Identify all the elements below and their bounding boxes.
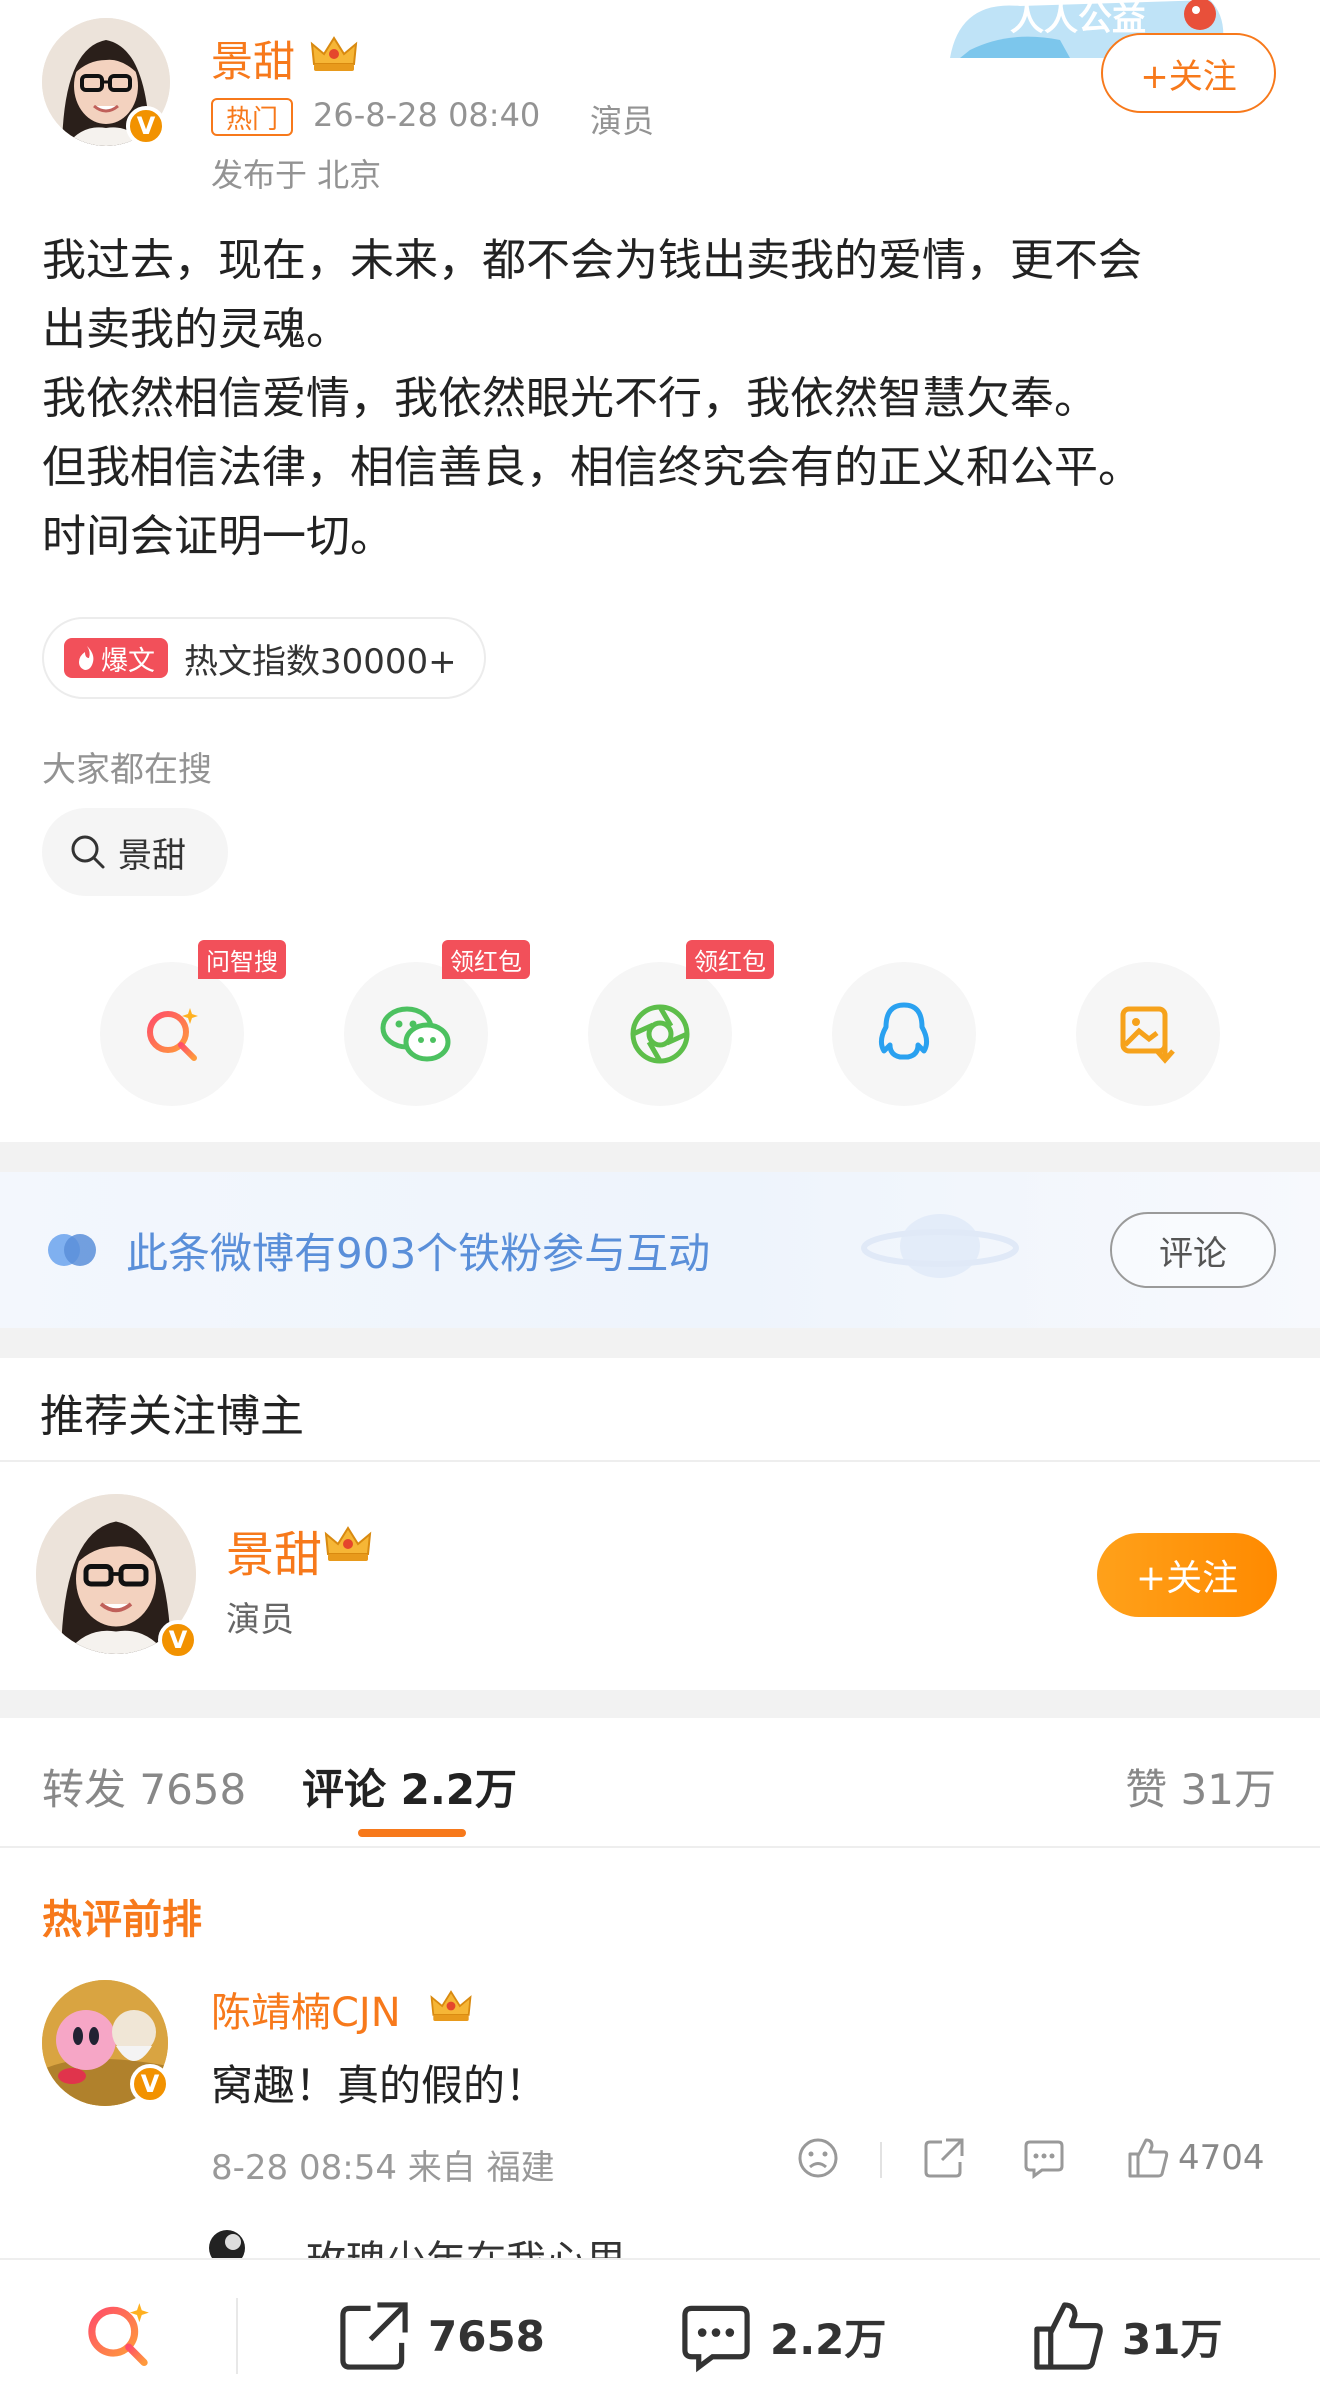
- reply-avatar[interactable]: [209, 2228, 245, 2258]
- crown-icon: [324, 1526, 372, 1561]
- thumbs-up-icon: [1128, 2138, 1169, 2178]
- crown-icon: [310, 36, 358, 71]
- comment-reply[interactable]: [1022, 2136, 1066, 2180]
- share-wechat[interactable]: 领红包: [344, 940, 530, 1106]
- post-text-line: 时间会证明一切。: [42, 511, 394, 562]
- recommend-role: 演员: [226, 1600, 294, 1640]
- banner-text: 人人公益: [1010, 0, 1146, 39]
- commenter-name[interactable]: 陈靖楠CJN: [211, 1980, 401, 2038]
- fan-interaction-text: 此条微博有903个铁粉参与互动: [126, 1229, 711, 1278]
- bottom-like[interactable]: 31万: [1030, 2298, 1222, 2374]
- fan-interaction-strip[interactable]: 此条微博有903个铁粉参与互动 评论: [0, 1172, 1320, 1328]
- post-text-line: 我过去，现在，未来，都不会为钱出卖我的爱情，更不会: [42, 235, 1142, 286]
- reply-peek-text: 玫瑰少年在我心里-: [306, 2228, 640, 2258]
- author-name[interactable]: 景甜: [211, 28, 295, 89]
- post-date: 26-8-28 08:40: [313, 96, 541, 134]
- recommend-title: 推荐关注博主: [40, 1391, 304, 1442]
- tab-like[interactable]: 赞 31万: [1125, 1756, 1276, 1817]
- comment-share[interactable]: [922, 2136, 966, 2180]
- section-divider: [0, 1690, 1320, 1718]
- hot-tag: 热门: [211, 98, 293, 136]
- tab-repost[interactable]: 转发 7658: [42, 1756, 246, 1817]
- bottom-ai-search[interactable]: [80, 2296, 156, 2372]
- post-header: V 景甜 热门 26-8-28 08:40 演员 发布于 北京 人人公益 +关注: [0, 0, 1320, 200]
- divider-line: [880, 2142, 882, 2178]
- fan-comment-button[interactable]: 评论: [1110, 1212, 1276, 1288]
- qq-icon: [878, 1002, 930, 1060]
- follow-button[interactable]: +关注: [1101, 33, 1276, 113]
- search-heading: 大家都在搜: [42, 750, 212, 790]
- fan-icon: [48, 1234, 96, 1266]
- bottom-repost-count: 7658: [428, 2311, 545, 2361]
- verified-badge-icon: V: [158, 1620, 198, 1660]
- hot-comments-heading: 热评前排: [42, 1897, 202, 1943]
- thumbs-up-icon: [1034, 2302, 1103, 2370]
- post-location: 发布于 北京: [211, 156, 382, 194]
- comment-icon: [1024, 2140, 1064, 2179]
- share-moments[interactable]: 领红包: [588, 940, 774, 1106]
- recommend-name[interactable]: 景甜: [226, 1515, 322, 1585]
- share-tag: 领红包: [442, 940, 530, 979]
- ai-search-icon: [147, 1008, 198, 1061]
- ai-search-icon: [88, 2303, 149, 2367]
- moments-icon: [630, 1004, 690, 1064]
- post-text: 我过去，现在，未来，都不会为钱出卖我的爱情，更不会 出卖我的灵魂。 我依然相信爱…: [42, 226, 1282, 571]
- recommend-follow-button[interactable]: +关注: [1097, 1533, 1277, 1617]
- flame-icon: [79, 646, 94, 670]
- section-divider: [0, 1142, 1320, 1172]
- divider-line: [236, 2298, 238, 2374]
- comment-icon: [682, 2305, 750, 2373]
- share-save-image[interactable]: [1076, 962, 1220, 1106]
- comment-like[interactable]: 4704: [1126, 2136, 1265, 2180]
- bottom-repost[interactable]: 7658: [336, 2298, 545, 2374]
- comment-like-count: 4704: [1178, 2138, 1265, 2178]
- baowen-label: 爆文: [101, 645, 155, 677]
- section-divider: [0, 1328, 1320, 1358]
- search-icon: [71, 835, 105, 869]
- search-chip-label: 景甜: [118, 835, 186, 876]
- active-tab-indicator: [358, 1829, 466, 1837]
- share-tag: 问智搜: [198, 940, 286, 979]
- repost-icon: [340, 2302, 408, 2370]
- post-text-line: 出卖我的灵魂。: [42, 304, 350, 355]
- search-chip[interactable]: 景甜: [42, 808, 228, 896]
- author-role: 演员: [590, 102, 655, 140]
- wechat-icon: [380, 1006, 451, 1062]
- comment-dislike[interactable]: [796, 2136, 840, 2180]
- unhappy-face-icon: [798, 2138, 838, 2178]
- bottom-comment-count: 2.2万: [770, 2314, 887, 2364]
- verified-badge-icon: V: [126, 106, 166, 146]
- baowen-badge: 爆文: [64, 638, 168, 678]
- share-ai-search[interactable]: 问智搜: [100, 940, 286, 1106]
- verified-badge-icon: V: [130, 2064, 170, 2104]
- share-icon: [924, 2138, 964, 2178]
- crown-icon: [430, 1990, 472, 2022]
- bottom-like-count: 31万: [1122, 2314, 1223, 2364]
- tab-comment[interactable]: 评论 2.2万: [302, 1756, 517, 1817]
- divider-line: [0, 1460, 1320, 1462]
- save-image-icon: [1120, 1006, 1175, 1064]
- post-text-line: 我依然相信爱情，我依然眼光不行，我依然智慧欠奉。: [42, 373, 1098, 424]
- post-text-line: 但我相信法律，相信善良，相信终究会有的正义和公平。: [42, 442, 1142, 493]
- comment-text: 窝趣！真的假的！: [211, 2061, 548, 2110]
- hot-index-pill[interactable]: 爆文 热文指数30000+: [42, 617, 486, 699]
- comment-meta: 8-28 08:54 来自 福建: [211, 2148, 555, 2188]
- bottom-comment[interactable]: 2.2万: [678, 2298, 886, 2374]
- planet-decoration-icon: [861, 1214, 1019, 1278]
- hot-index-text: 热文指数30000+: [184, 641, 457, 682]
- share-tag: 领红包: [686, 940, 774, 979]
- share-qq[interactable]: [832, 962, 976, 1106]
- bottom-action-bar: 7658 2.2万 31万: [0, 2258, 1320, 2401]
- divider-line: [0, 1846, 1320, 1848]
